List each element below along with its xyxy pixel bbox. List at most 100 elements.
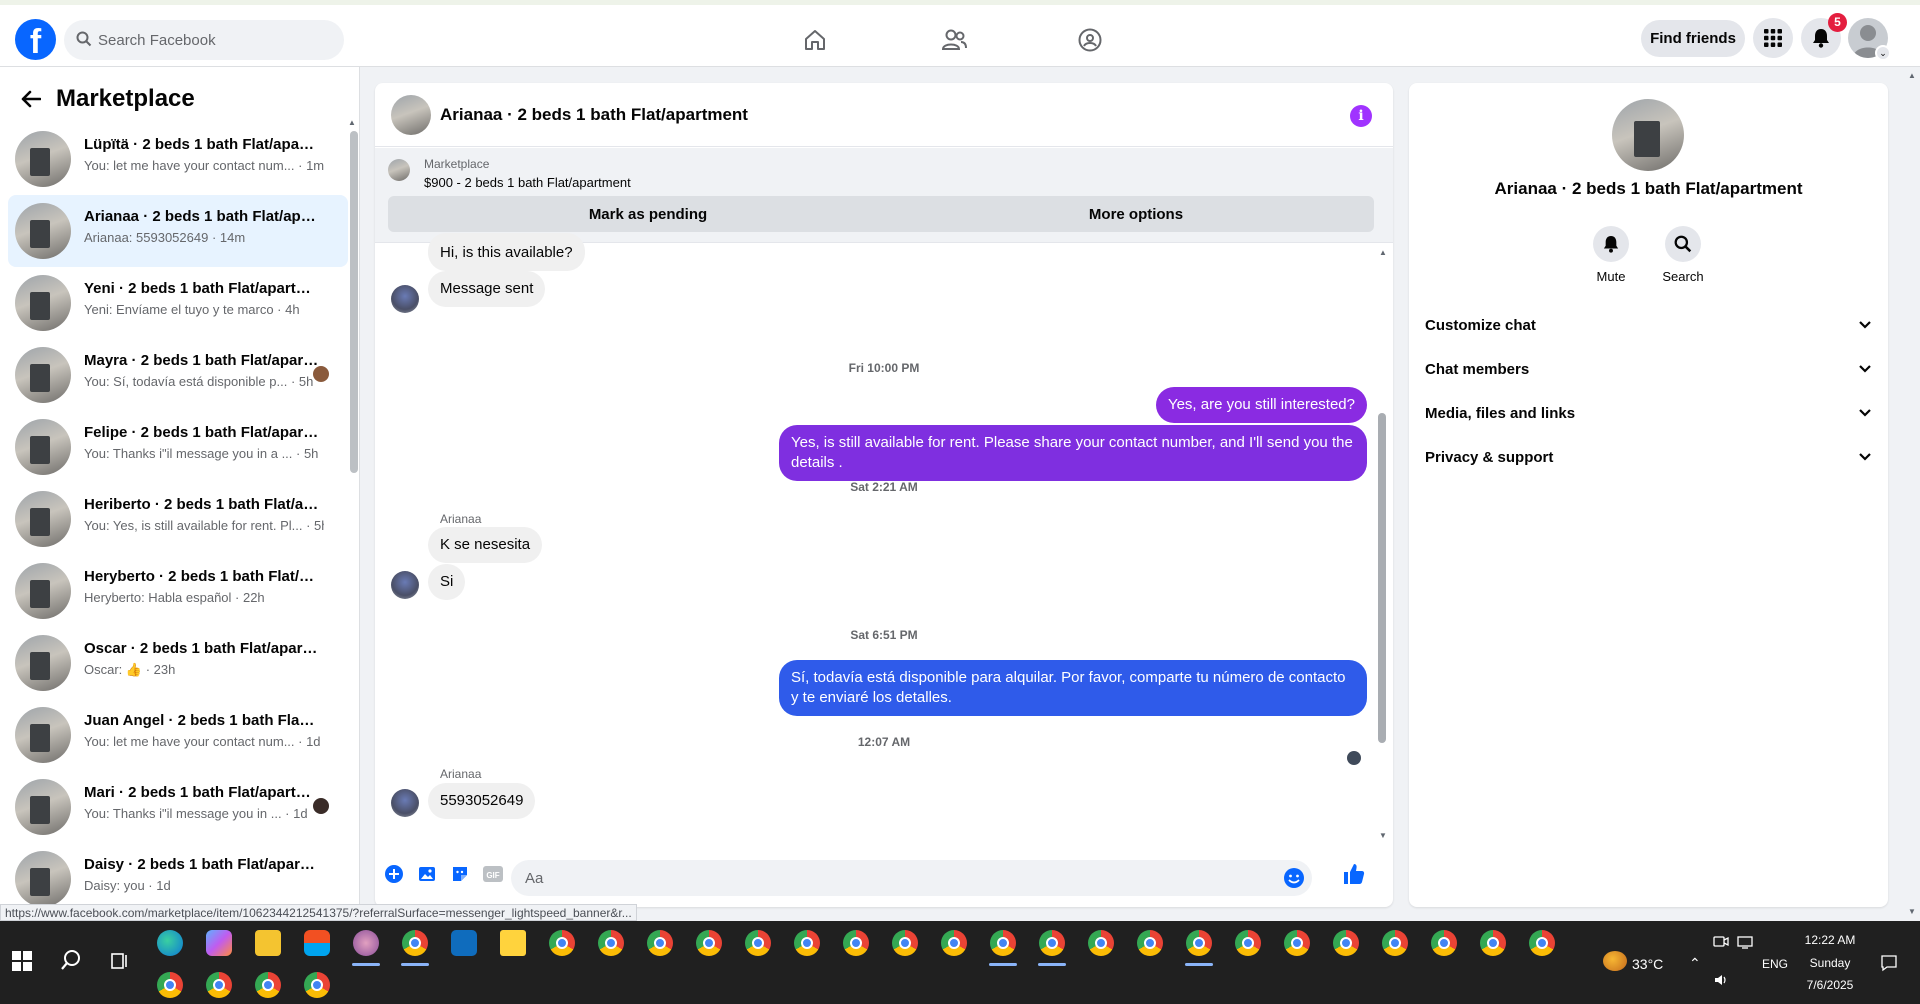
task-view-icon[interactable] [109,951,129,975]
listing-avatar[interactable] [1612,99,1684,171]
mark-as-pending-button[interactable]: Mark as pending [388,196,908,232]
plus-circle-icon[interactable] [383,863,405,885]
edge-browser-icon[interactable] [157,930,183,956]
mute-action[interactable]: Mute [1581,226,1641,284]
section-media-files-links[interactable]: Media, files and links [1417,391,1880,435]
message-bubble-incoming[interactable]: 5593052649 [428,783,536,819]
taskbar-search-icon[interactable] [60,949,82,975]
chrome-profile-icon[interactable] [1284,930,1310,956]
sticker-icon[interactable] [449,863,471,885]
message-bubble-outgoing[interactable]: Sí, todavía está disponible para alquila… [779,660,1367,716]
listing-name[interactable]: $900 - 2 beds 1 bath Flat/apartment [424,175,631,190]
message-bubble-outgoing[interactable]: Yes, are you still interested? [1155,387,1367,423]
home-icon[interactable] [795,20,835,60]
search-input[interactable] [98,20,333,60]
menu-grid-icon[interactable] [1753,18,1793,58]
conversation-item[interactable]: Heriberto · 2 beds 1 bath Flat/apartment… [8,483,348,555]
account-chevron-down-icon[interactable]: ⌄ [1875,45,1891,61]
back-arrow-icon[interactable] [16,84,46,114]
chrome-profile-icon[interactable] [255,972,281,998]
network-icon[interactable] [1737,935,1755,953]
outlook-icon[interactable] [451,930,477,956]
search-icon[interactable] [1665,226,1701,262]
photo-app-icon[interactable] [353,930,379,956]
file-explorer-icon[interactable] [255,930,281,956]
message-bubble-outgoing[interactable]: Yes, is still available for rent. Please… [779,425,1367,481]
chrome-icon[interactable] [157,972,183,998]
conversation-item-active[interactable]: Arianaa · 2 beds 1 bath Flat/apartment A… [8,195,348,267]
find-friends-button[interactable]: Find friends [1641,20,1745,57]
chrome-profile-icon[interactable] [1088,930,1114,956]
message-bubble-incoming[interactable]: Hi, is this available? [428,233,585,271]
show-hidden-icons-chevron-up-icon[interactable]: ⌃ [1689,955,1701,972]
chrome-profile-icon[interactable] [1039,930,1065,956]
chrome-profile-icon[interactable] [892,930,918,956]
chrome-icon[interactable] [598,930,624,956]
chrome-profile-icon[interactable] [1235,930,1261,956]
groups-icon[interactable] [1070,20,1110,60]
conversation-item[interactable]: Mayra · 2 beds 1 bath Flat/apartment You… [8,339,348,411]
conversation-item[interactable]: Heryberto · 2 beds 1 bath Flat/apartment… [8,555,348,627]
search-action[interactable]: Search [1653,226,1713,284]
gif-icon[interactable]: GIF [482,863,504,885]
chat-scroll-up-arrow[interactable]: ▲ [1379,248,1387,257]
clock-time[interactable]: 12:22 AM [1798,933,1862,947]
thumbs-up-icon[interactable] [1341,861,1367,887]
volume-speaker-icon[interactable] [1713,973,1729,991]
chrome-profile-icon[interactable] [1529,930,1555,956]
chrome-profile-icon[interactable] [696,930,722,956]
weather-icon[interactable] [1603,951,1627,971]
meet-now-icon[interactable] [1713,935,1729,953]
section-chat-members[interactable]: Chat members [1417,347,1880,391]
facebook-search-box[interactable] [64,20,344,60]
microsoft-store-icon[interactable] [304,930,330,956]
page-scroll-up-arrow[interactable]: ▲ [1908,71,1916,80]
chrome-profile-icon[interactable] [941,930,967,956]
conversation-item[interactable]: Oscar · 2 beds 1 bath Flat/apartment Osc… [8,627,348,699]
facebook-logo-icon[interactable]: f [15,19,56,60]
copilot-icon[interactable] [206,930,232,956]
chat-avatar[interactable] [391,95,431,135]
more-options-button[interactable]: More options [898,196,1374,232]
clock-date[interactable]: 7/6/2025 [1798,978,1862,992]
chrome-profile-icon[interactable] [647,930,673,956]
page-scrollbar[interactable]: ▲ ▼ [1904,67,1920,921]
chrome-profile-icon[interactable] [1480,930,1506,956]
sidebar-scroll-up-arrow[interactable]: ▲ [348,118,356,127]
input-language-indicator[interactable]: ENG [1762,957,1788,971]
chat-scroll-down-arrow[interactable]: ▼ [1379,831,1387,840]
sticky-notes-icon[interactable] [500,930,526,956]
section-customize-chat[interactable]: Customize chat [1417,303,1880,347]
message-bubble-incoming[interactable]: Message sent [428,271,546,307]
chrome-profile-icon[interactable] [206,972,232,998]
conversation-item[interactable]: Felipe · 2 beds 1 bath Flat/apartment Yo… [8,411,348,483]
weather-temperature[interactable]: 33°C [1632,956,1663,972]
message-bubble-incoming[interactable]: Si [428,564,466,600]
chrome-profile-icon[interactable] [794,930,820,956]
conversation-item[interactable]: Mari · 2 beds 1 bath Flat/apartment You:… [8,771,348,843]
message-input[interactable] [525,860,1275,896]
chrome-profile-icon[interactable] [1186,930,1212,956]
chat-title[interactable]: Arianaa · 2 beds 1 bath Flat/apartment [440,105,748,125]
chrome-profile-icon[interactable] [843,930,869,956]
emoji-icon[interactable] [1283,867,1305,893]
photo-icon[interactable] [416,863,438,885]
bell-icon[interactable] [1593,226,1629,262]
chat-scrollbar[interactable] [1378,413,1386,743]
info-icon[interactable]: i [1350,105,1372,127]
message-bubble-incoming[interactable]: K se nesesita [428,527,543,563]
listing-thumbnail[interactable] [388,159,410,181]
chrome-profile-icon[interactable] [1137,930,1163,956]
chrome-profile-icon[interactable] [1431,930,1457,956]
conversation-item[interactable]: Juan Angel · 2 beds 1 bath Flat/apartmen… [8,699,348,771]
sidebar-scrollbar[interactable] [350,131,358,473]
chrome-profile-icon[interactable] [990,930,1016,956]
chrome-profile-icon[interactable] [745,930,771,956]
message-input-box[interactable] [511,860,1312,896]
windows-start-icon[interactable] [12,951,32,975]
clock-day[interactable]: Sunday [1798,956,1862,970]
chrome-profile-icon[interactable] [1333,930,1359,956]
section-privacy-support[interactable]: Privacy & support [1417,435,1880,479]
page-scroll-down-arrow[interactable]: ▼ [1908,907,1916,916]
conversation-item[interactable]: Yeni · 2 beds 1 bath Flat/apartment Yeni… [8,267,348,339]
